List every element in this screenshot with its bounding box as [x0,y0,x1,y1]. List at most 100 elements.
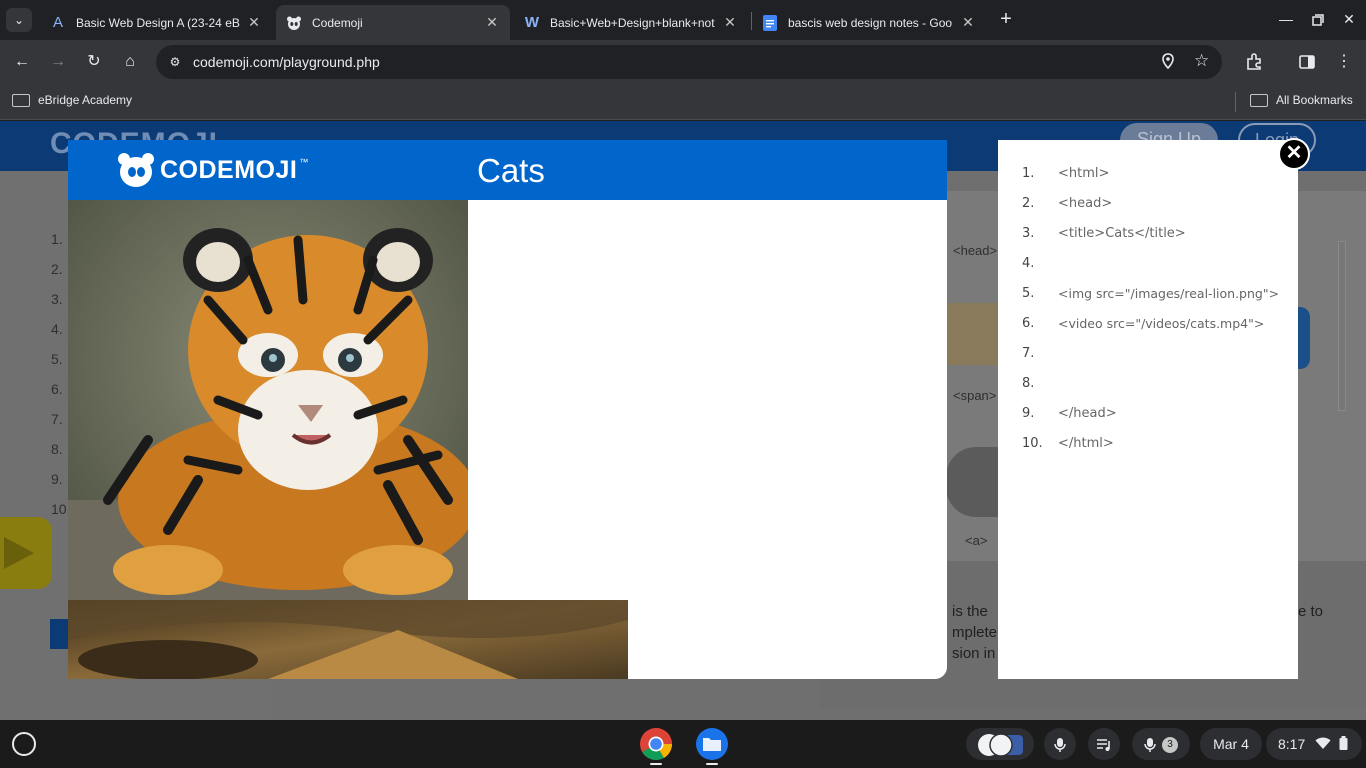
browser-toolbar: ← → ↻ ⌂ ⚙ codemoji.com/playground.php ☆ … [0,40,1366,85]
code-line-text: <html> [1058,166,1110,181]
holding-space-tray[interactable] [966,728,1034,760]
extensions-icon[interactable] [1242,50,1266,74]
code-line-number: 5. [1022,286,1035,301]
code-line-text: <img src="/images/real-lion.png"> [1058,286,1280,301]
close-modal-button[interactable]: ✕ [1278,138,1310,170]
code-line-text: </head> [1058,406,1117,421]
files-icon[interactable] [695,727,729,761]
code-line-text: <head> [1058,196,1113,211]
date-text: Mar 4 [1213,736,1249,752]
link-chain-image[interactable] [946,447,1006,517]
code-panel: 1. <html> 2. <head> 3. <title>Cats</titl… [998,140,1298,679]
tag-label: <span> [953,388,997,403]
code-line-text: <title>Cats</title> [1058,226,1186,241]
line-number: 8. [51,441,63,457]
back-icon[interactable]: ← [10,50,34,74]
date-tray[interactable]: Mar 4 [1200,728,1262,760]
tab-title: Basic Web Design A (23-24 eBri [76,15,240,30]
line-number: 6. [51,381,63,397]
tag-label: <a> [965,533,988,548]
line-number: 5. [51,351,63,367]
instruction-text: sion in [952,645,996,662]
codemoji-logo: CODEMOJI ™ [118,153,308,187]
close-tab-icon[interactable]: ✕ [722,14,738,31]
tab-title: bascis web design notes - Goo [788,15,953,30]
forward-icon[interactable]: → [46,50,70,74]
bookmark-folder-ebridge[interactable]: eBridge Academy [12,93,132,107]
minimize-icon[interactable]: — [1271,8,1301,30]
new-tab-button[interactable]: + [994,8,1018,32]
instruction-text: mplete [952,624,998,641]
address-bar[interactable]: ⚙ codemoji.com/playground.php ☆ [156,45,1222,79]
word-icon: W [524,13,540,31]
code-line-number: 9. [1022,406,1035,421]
tab-search-button[interactable]: ⌄ [6,8,32,32]
all-bookmarks-button[interactable]: All Bookmarks [1250,93,1353,107]
bookmark-star-icon[interactable]: ☆ [1194,51,1209,71]
canvas-icon: A [52,13,63,31]
reload-icon[interactable]: ↻ [82,50,106,74]
tag-label: <head> [953,243,998,258]
tab-title: Codemoji [312,15,363,30]
cats-video[interactable] [68,600,628,679]
tab-google-doc[interactable]: bascis web design notes - Goo ✕ [752,5,986,40]
google-docs-icon [762,14,778,31]
line-number: 1. [51,231,63,247]
folder-icon [12,93,30,107]
bookmark-label: All Bookmarks [1276,93,1353,107]
location-icon[interactable] [1162,53,1174,72]
microphone-icon[interactable] [1044,728,1076,760]
line-number: 4. [51,321,63,337]
line-number: 3. [51,291,63,307]
tiger-cub-image [68,200,468,600]
close-tab-icon[interactable]: ✕ [484,14,500,31]
running-indicator [706,763,718,765]
preview-modal: CODEMOJI ™ Cats [68,140,947,679]
line-number: 2. [51,261,63,277]
wifi-icon [1315,737,1331,749]
tab-title: Basic+Web+Design+blank+not [550,15,715,30]
more-menu-icon[interactable]: ⋮ [1332,50,1356,74]
panda-icon [118,153,154,187]
restore-icon[interactable] [1303,8,1333,30]
close-window-icon[interactable]: ✕ [1334,8,1364,30]
code-line-text: </html> [1058,436,1114,451]
line-number: 10 [51,501,67,517]
tab-codemoji[interactable]: Codemoji ✕ [276,5,510,40]
launcher-icon[interactable] [12,732,36,756]
bookmark-label: eBridge Academy [38,93,133,107]
site-info-icon[interactable]: ⚙ [166,53,184,71]
clock-text: 8:17 [1278,736,1306,752]
code-line-number: 6. [1022,316,1035,331]
running-indicator [650,763,662,765]
codemoji-panda-icon [286,15,302,31]
notification-tray[interactable]: 3 [1132,728,1190,760]
media-controls-icon[interactable] [1088,728,1120,760]
code-line-number: 3. [1022,226,1035,241]
code-line-number: 2. [1022,196,1035,211]
close-tab-icon[interactable]: ✕ [246,14,262,31]
tab-strip: ⌄ A Basic Web Design A (23-24 eBri ✕ Cod… [0,0,1366,40]
scrollbar[interactable] [1338,241,1346,411]
code-line-number: 8. [1022,376,1035,391]
preview-header: CODEMOJI ™ Cats [68,140,947,200]
side-panel-icon[interactable] [1295,50,1319,74]
url-text[interactable]: codemoji.com/playground.php [193,54,380,70]
code-line-number: 1. [1022,166,1035,181]
os-shelf: 3 Mar 4 8:17 [0,720,1366,768]
code-line-number: 4. [1022,256,1035,271]
tab-word-doc[interactable]: W Basic+Web+Design+blank+not ✕ [514,5,748,40]
line-number: 7. [51,411,63,427]
tab-basic-web-design[interactable]: A Basic Web Design A (23-24 eBri ✕ [40,5,272,40]
close-tab-icon[interactable]: ✕ [960,14,976,31]
chrome-icon[interactable] [639,727,673,761]
system-tray[interactable]: 8:17 [1266,728,1362,760]
tag-image[interactable] [946,303,1006,365]
notification-count: 3 [1162,737,1178,753]
code-line-text: <video src="/videos/cats.mp4"> [1058,316,1265,331]
home-icon[interactable]: ⌂ [118,50,142,74]
code-line-number: 7. [1022,346,1035,361]
line-number: 9. [51,471,63,487]
page-title: Cats [477,152,545,189]
battery-icon [1339,736,1348,750]
